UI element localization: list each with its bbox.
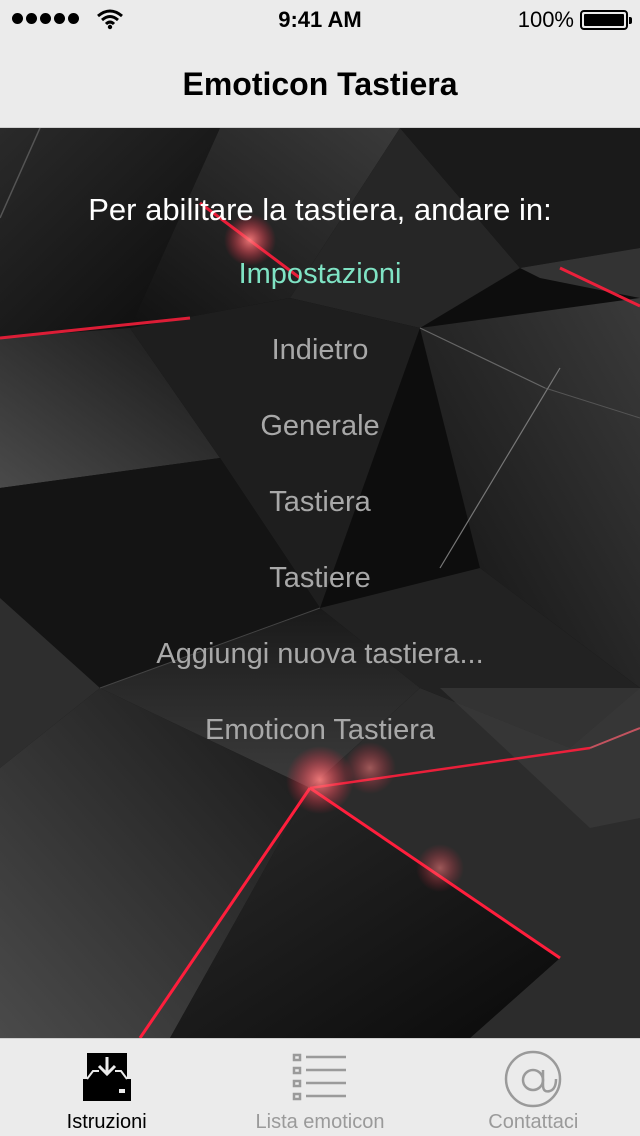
tab-istruzioni[interactable]: Istruzioni: [0, 1039, 213, 1136]
tab-contattaci[interactable]: Contattaci: [427, 1039, 640, 1136]
tab-lista-emoticon-label: Lista emoticon: [255, 1111, 385, 1133]
tab-bar: Istruzioni Lista emoticon Contattaci: [0, 1038, 640, 1136]
step-impostazioni[interactable]: Impostazioni: [0, 258, 640, 291]
tab-istruzioni-label: Istruzioni: [66, 1111, 147, 1133]
top-bars: 9:41 AM 100% Emoticon Tastiera: [0, 0, 640, 128]
tab-contattaci-label: Contattaci: [488, 1111, 579, 1133]
download-tray-icon: [82, 1053, 131, 1101]
step-tastiera: Tastiera: [269, 486, 371, 518]
tab-lista-emoticon[interactable]: Lista emoticon: [213, 1039, 426, 1136]
page-title: Emoticon Tastiera: [182, 66, 458, 102]
instructions-heading: Per abilitare la tastiera, andare in:: [88, 192, 552, 227]
at-sign-icon: [505, 1050, 562, 1108]
step-generale: Generale: [260, 410, 380, 442]
step-aggiungi-nuova-tastiera: Aggiungi nuova tastiera...: [156, 638, 484, 670]
battery-icon: [580, 10, 632, 30]
step-emoticon-tastiera: Emoticon Tastiera: [205, 714, 435, 746]
step-tastiere: Tastiere: [269, 562, 371, 594]
step-indietro: Indietro: [271, 334, 369, 366]
instructions-panel: Per abilitare la tastiera, andare in: Im…: [0, 128, 640, 1038]
battery-percentage: 100%: [517, 7, 574, 32]
status-bar: 9:41 AM 100%: [0, 0, 640, 40]
list-icon: [292, 1053, 346, 1101]
